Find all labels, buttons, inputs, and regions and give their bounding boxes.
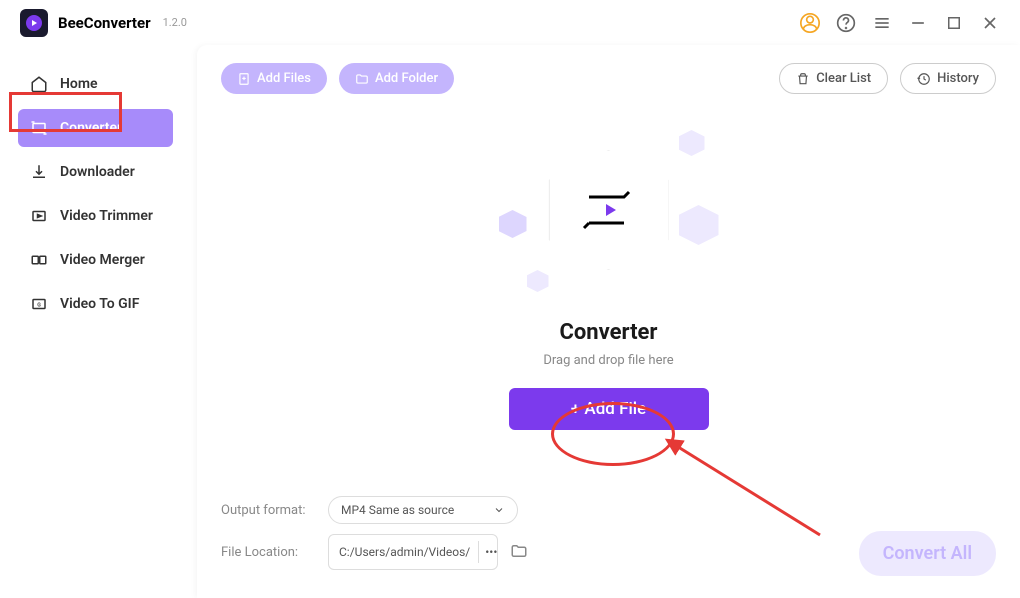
converter-icon (30, 119, 48, 137)
help-icon[interactable] (836, 13, 856, 33)
sidebar-item-label: Converter (60, 120, 122, 136)
user-icon[interactable] (800, 13, 820, 33)
sidebar: Home Converter Downloader Video Trimmer … (0, 45, 197, 598)
sidebar-item-merger[interactable]: Video Merger (18, 241, 173, 279)
add-file-button[interactable]: + Add File (509, 388, 709, 430)
maximize-icon[interactable] (944, 13, 964, 33)
app-name: BeeConverter (58, 14, 151, 32)
center-subtitle: Drag and drop file here (543, 353, 673, 368)
output-format-select[interactable]: MP4 Same as source (328, 496, 518, 524)
chevron-down-icon (493, 504, 505, 516)
file-location-input[interactable]: C:/Users/admin/Videos/ ••• (328, 534, 498, 570)
output-format-label: Output format: (221, 503, 316, 518)
sidebar-item-label: Video Trimmer (60, 208, 153, 224)
svg-text:G: G (37, 302, 41, 308)
sidebar-item-label: Video Merger (60, 252, 145, 268)
sidebar-item-home[interactable]: Home (18, 65, 173, 103)
center-title: Converter (559, 320, 657, 345)
home-icon (30, 75, 48, 93)
convert-all-button[interactable]: Convert All (859, 531, 996, 576)
sidebar-item-label: Downloader (60, 164, 135, 180)
app-version: 1.2.0 (163, 16, 187, 29)
trimmer-icon (30, 207, 48, 225)
minimize-icon[interactable] (908, 13, 928, 33)
sidebar-item-label: Home (60, 76, 98, 92)
gif-icon: G (30, 295, 48, 313)
sidebar-item-trimmer[interactable]: Video Trimmer (18, 197, 173, 235)
sidebar-item-label: Video To GIF (60, 296, 139, 312)
app-logo (20, 9, 48, 37)
sidebar-item-gif[interactable]: G Video To GIF (18, 285, 173, 323)
open-folder-button[interactable] (510, 542, 530, 562)
merger-icon (30, 251, 48, 269)
menu-icon[interactable] (872, 13, 892, 33)
convert-illustration-icon (579, 185, 639, 235)
folder-icon (510, 542, 528, 560)
download-icon (30, 163, 48, 181)
more-button[interactable]: ••• (478, 541, 503, 563)
close-icon[interactable] (980, 13, 1000, 33)
sidebar-item-downloader[interactable]: Downloader (18, 153, 173, 191)
content-area: Add Files Add Folder Clear List History (197, 45, 1020, 598)
sidebar-item-converter[interactable]: Converter (18, 109, 173, 147)
file-location-label: File Location: (221, 545, 316, 560)
hero-illustration (489, 130, 729, 310)
